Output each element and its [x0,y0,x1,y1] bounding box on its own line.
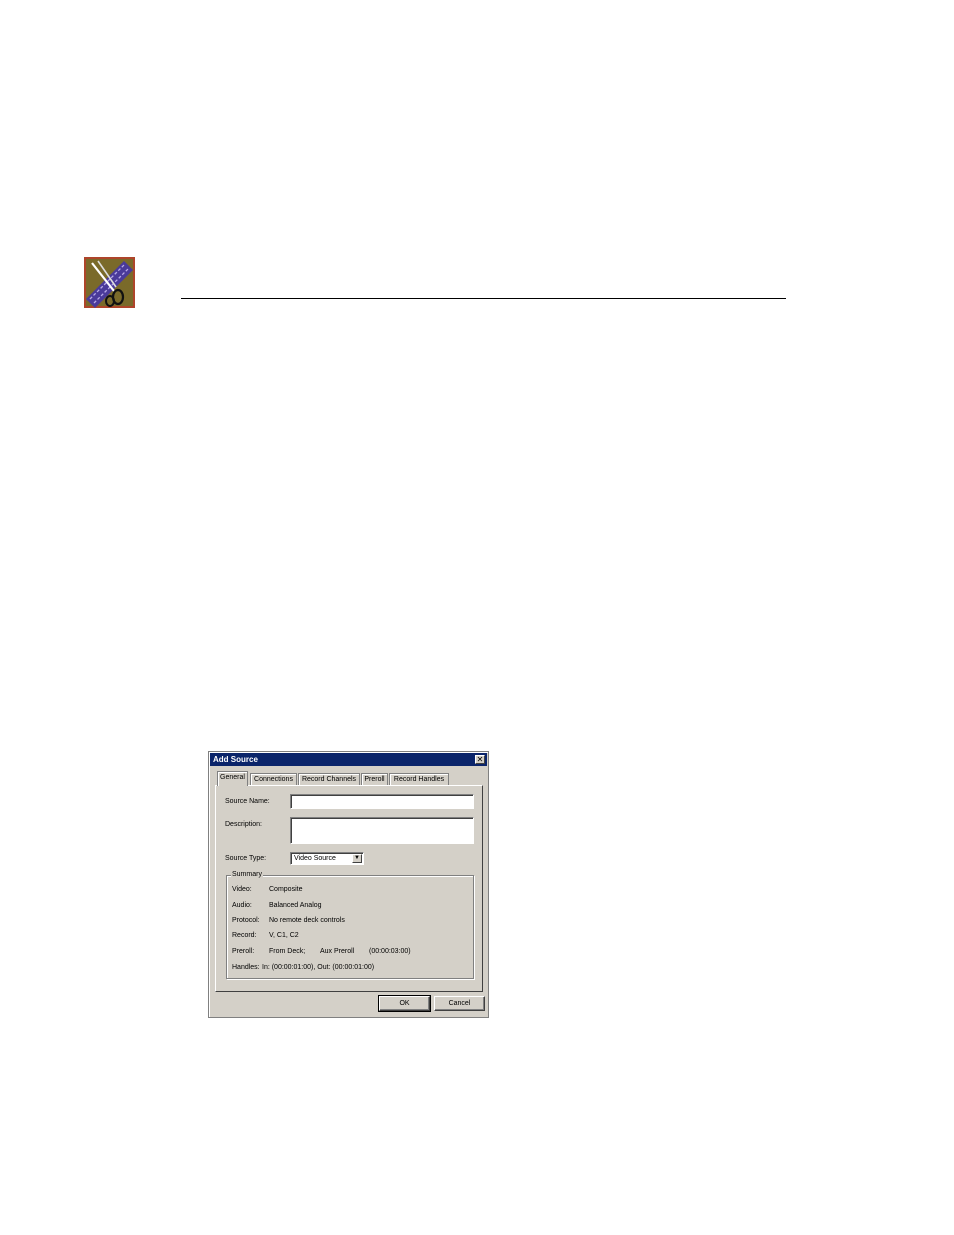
summary-value: V, C1, C2 [269,932,299,939]
summary-value-aux-preroll: Aux Preroll [320,948,355,955]
summary-key: Record: [232,932,257,939]
close-icon[interactable]: ✕ [475,755,485,764]
cancel-button[interactable]: Cancel [434,996,485,1011]
summary-value: Balanced Analog [269,902,322,909]
dialog-title: Add Source [213,755,258,764]
summary-value: Composite [269,886,303,893]
summary-title: Summary [231,870,263,880]
chevron-down-icon[interactable]: ▼ [352,854,362,863]
summary-key: Audio: [232,902,252,909]
ok-button[interactable]: OK [378,995,431,1012]
source-name-input[interactable] [290,794,474,809]
summary-key: Protocol: [232,917,260,924]
tab-general[interactable]: General [217,771,248,786]
summary-row-audio: Audio: Balanced Analog [232,901,472,911]
summary-groupbox: Summary Video: Composite Audio: Balanced… [226,870,474,979]
header-rule [181,298,786,299]
summary-row-preroll: Preroll: From Deck; Aux Preroll (00:00:0… [232,947,472,957]
source-name-label: Source Name: [225,798,270,805]
add-source-dialog: Add Source ✕ General Connections Record … [208,751,489,1018]
description-input[interactable] [290,817,474,844]
description-label: Description: [225,821,262,828]
dialog-titlebar[interactable]: Add Source ✕ [210,753,487,766]
source-type-value: Video Source [294,855,336,862]
summary-value: From Deck; [269,948,306,955]
summary-value-preroll-time: (00:00:03:00) [369,948,411,955]
summary-value: In: (00:00:01:00), Out: (00:00:01:00) [262,964,375,971]
film-scissors-logo-icon [84,257,135,308]
summary-key: Preroll: [232,948,255,955]
source-type-select[interactable]: Video Source ▼ [290,852,364,865]
general-tab-panel: Source Name: Description: Source Type: V… [215,785,483,992]
summary-row-handles: Handles: In: (00:00:01:00), Out: (00:00:… [232,963,472,973]
summary-key: Handles: [232,964,260,971]
source-type-label: Source Type: [225,855,267,862]
summary-value: No remote deck controls [269,917,345,924]
summary-key: Video: [232,886,252,893]
summary-row-protocol: Protocol: No remote deck controls [232,916,472,926]
summary-row-record: Record: V, C1, C2 [232,931,472,941]
summary-row-video: Video: Composite [232,885,472,895]
